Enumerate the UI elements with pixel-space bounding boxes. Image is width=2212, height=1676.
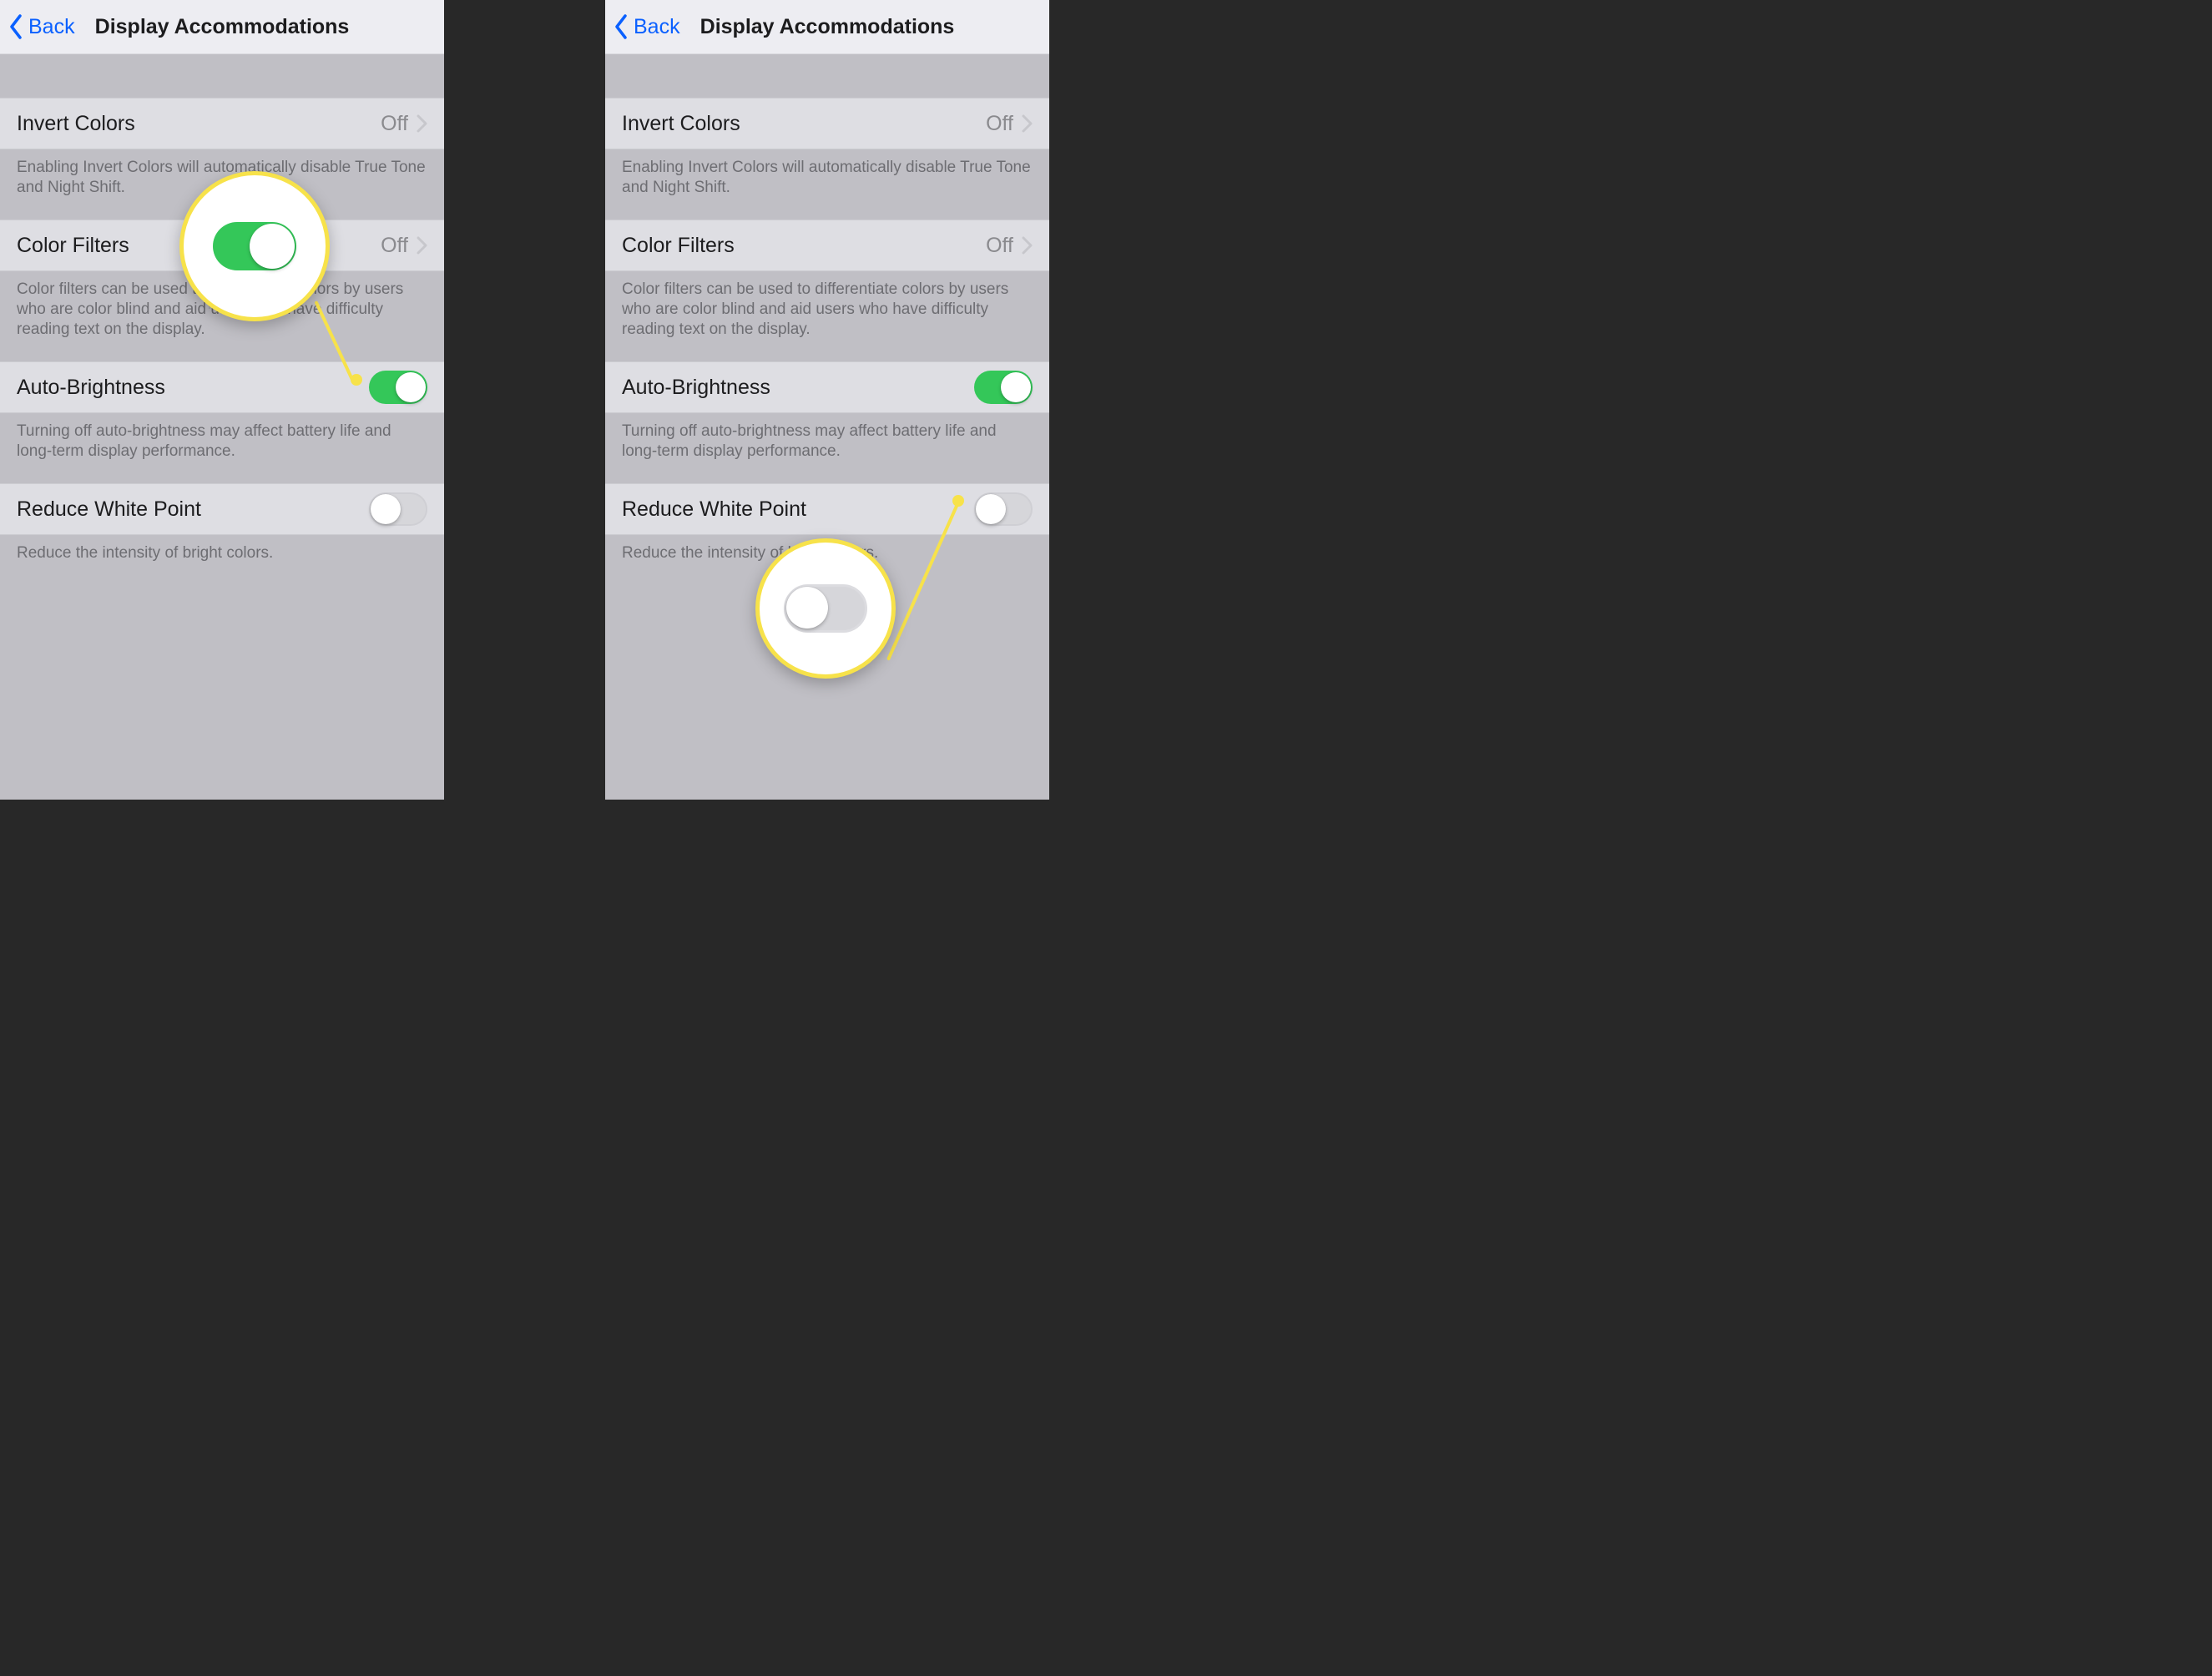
row-auto-brightness: Auto-Brightness — [0, 361, 444, 413]
row-invert-colors[interactable]: Invert Colors Off — [0, 98, 444, 149]
row-label: Color Filters — [17, 234, 129, 258]
navbar: Back Display Accommodations — [0, 0, 444, 54]
row-value: Off — [381, 112, 408, 136]
screenshot-right: Back Display Accommodations Invert Color… — [605, 0, 1049, 800]
back-label: Back — [28, 15, 75, 39]
chevron-right-icon — [1022, 114, 1033, 133]
row-auto-brightness: Auto-Brightness — [605, 361, 1049, 413]
row-label: Auto-Brightness — [622, 376, 770, 400]
auto-brightness-toggle[interactable] — [369, 371, 427, 404]
row-label: Reduce White Point — [622, 497, 806, 522]
chevron-right-icon — [417, 114, 427, 133]
row-label: Color Filters — [622, 234, 735, 258]
back-label: Back — [634, 15, 680, 39]
back-button[interactable]: Back — [614, 0, 680, 53]
row-value: Off — [986, 112, 1013, 136]
footer-auto-brightness: Turning off auto-brightness may affect b… — [0, 413, 444, 483]
row-label: Reduce White Point — [17, 497, 201, 522]
callout-lead-dot — [351, 374, 362, 386]
back-chevron-icon — [614, 14, 629, 39]
callout-lead-dot — [952, 495, 964, 507]
row-reduce-white-point: Reduce White Point — [0, 483, 444, 535]
footer-auto-brightness: Turning off auto-brightness may affect b… — [605, 413, 1049, 483]
row-label: Auto-Brightness — [17, 376, 165, 400]
chevron-right-icon — [1022, 236, 1033, 255]
callout-toggle-on-icon — [213, 222, 296, 270]
row-reduce-white-point: Reduce White Point — [605, 483, 1049, 535]
row-label: Invert Colors — [17, 112, 135, 136]
screenshot-left: Back Display Accommodations Invert Color… — [0, 0, 444, 800]
footer-reduce-white-point: Reduce the intensity of bright colors. — [0, 535, 444, 585]
chevron-right-icon — [417, 236, 427, 255]
back-button[interactable]: Back — [8, 0, 75, 53]
row-color-filters[interactable]: Color Filters Off — [605, 220, 1049, 271]
auto-brightness-toggle[interactable] — [974, 371, 1033, 404]
navbar: Back Display Accommodations — [605, 0, 1049, 54]
row-value: Off — [986, 234, 1013, 258]
footer-color-filters: Color filters can be used to differentia… — [605, 271, 1049, 361]
reduce-white-point-toggle[interactable] — [974, 492, 1033, 526]
row-label: Invert Colors — [622, 112, 740, 136]
callout-auto-brightness — [179, 171, 330, 321]
callout-toggle-off-icon — [784, 584, 867, 633]
reduce-white-point-toggle[interactable] — [369, 492, 427, 526]
back-chevron-icon — [8, 14, 23, 39]
footer-invert-colors: Enabling Invert Colors will automaticall… — [605, 149, 1049, 220]
row-invert-colors[interactable]: Invert Colors Off — [605, 98, 1049, 149]
row-value: Off — [381, 234, 408, 258]
callout-reduce-white-point — [755, 538, 896, 679]
